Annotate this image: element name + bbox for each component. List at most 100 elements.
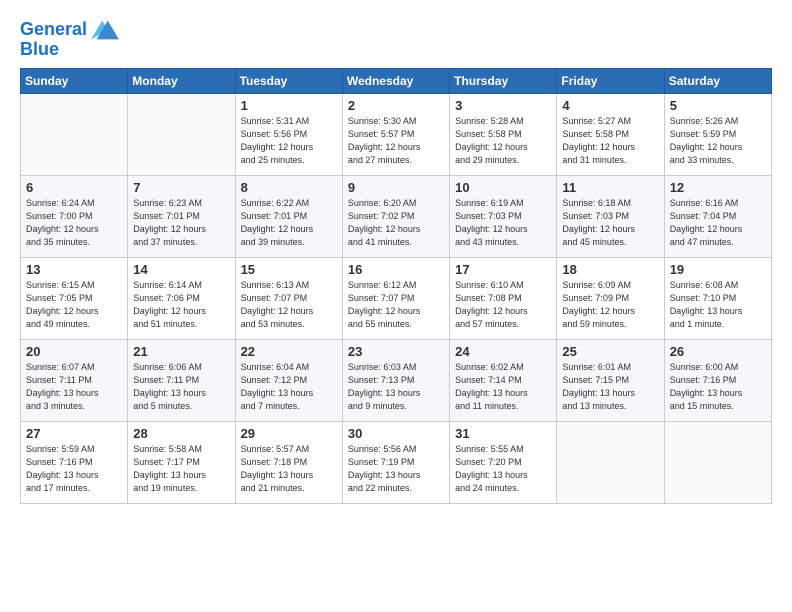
cell-detail: Sunrise: 6:09 AM Sunset: 7:09 PM Dayligh… bbox=[562, 279, 658, 331]
calendar-cell bbox=[128, 93, 235, 175]
calendar-cell: 26 Sunrise: 6:00 AM Sunset: 7:16 PM Dayli… bbox=[664, 339, 771, 421]
calendar-cell: 2 Sunrise: 5:30 AM Sunset: 5:57 PM Daylig… bbox=[342, 93, 449, 175]
cell-detail: Sunrise: 5:57 AM Sunset: 7:18 PM Dayligh… bbox=[241, 443, 337, 495]
cell-detail: Sunrise: 6:15 AM Sunset: 7:05 PM Dayligh… bbox=[26, 279, 122, 331]
calendar-cell: 10 Sunrise: 6:19 AM Sunset: 7:03 PM Dayli… bbox=[450, 175, 557, 257]
cell-detail: Sunrise: 6:03 AM Sunset: 7:13 PM Dayligh… bbox=[348, 361, 444, 413]
calendar-cell: 5 Sunrise: 5:26 AM Sunset: 5:59 PM Daylig… bbox=[664, 93, 771, 175]
calendar-cell: 3 Sunrise: 5:28 AM Sunset: 5:58 PM Daylig… bbox=[450, 93, 557, 175]
cell-detail: Sunrise: 6:23 AM Sunset: 7:01 PM Dayligh… bbox=[133, 197, 229, 249]
calendar-cell: 6Sunrise: 6:24 AM Sunset: 7:00 PM Daylig… bbox=[21, 175, 128, 257]
calendar-header: SundayMondayTuesdayWednesdayThursdayFrid… bbox=[21, 68, 772, 93]
day-number: 2 bbox=[348, 98, 444, 113]
day-number: 31 bbox=[455, 426, 551, 441]
calendar-cell: 7Sunrise: 6:23 AM Sunset: 7:01 PM Daylig… bbox=[128, 175, 235, 257]
calendar-week-5: 27Sunrise: 5:59 AM Sunset: 7:16 PM Dayli… bbox=[21, 421, 772, 503]
weekday-header-thursday: Thursday bbox=[450, 68, 557, 93]
cell-detail: Sunrise: 6:04 AM Sunset: 7:12 PM Dayligh… bbox=[241, 361, 337, 413]
weekday-header-row: SundayMondayTuesdayWednesdayThursdayFrid… bbox=[21, 68, 772, 93]
cell-detail: Sunrise: 6:12 AM Sunset: 7:07 PM Dayligh… bbox=[348, 279, 444, 331]
calendar-cell: 8 Sunrise: 6:22 AM Sunset: 7:01 PM Daylig… bbox=[235, 175, 342, 257]
logo: General Blue bbox=[20, 16, 119, 60]
calendar-cell: 18 Sunrise: 6:09 AM Sunset: 7:09 PM Dayli… bbox=[557, 257, 664, 339]
day-number: 13 bbox=[26, 262, 122, 277]
day-number: 16 bbox=[348, 262, 444, 277]
day-number: 11 bbox=[562, 180, 658, 195]
calendar-cell: 16 Sunrise: 6:12 AM Sunset: 7:07 PM Dayli… bbox=[342, 257, 449, 339]
weekday-header-sunday: Sunday bbox=[21, 68, 128, 93]
calendar-cell: 17 Sunrise: 6:10 AM Sunset: 7:08 PM Dayli… bbox=[450, 257, 557, 339]
cell-detail: Sunrise: 5:28 AM Sunset: 5:58 PM Dayligh… bbox=[455, 115, 551, 167]
cell-detail: Sunrise: 6:07 AM Sunset: 7:11 PM Dayligh… bbox=[26, 361, 122, 413]
day-number: 28 bbox=[133, 426, 229, 441]
calendar-cell: 4 Sunrise: 5:27 AM Sunset: 5:58 PM Daylig… bbox=[557, 93, 664, 175]
day-number: 14 bbox=[133, 262, 229, 277]
cell-detail: Sunrise: 6:22 AM Sunset: 7:01 PM Dayligh… bbox=[241, 197, 337, 249]
day-number: 5 bbox=[670, 98, 766, 113]
cell-detail: Sunrise: 6:13 AM Sunset: 7:07 PM Dayligh… bbox=[241, 279, 337, 331]
day-number: 26 bbox=[670, 344, 766, 359]
cell-detail: Sunrise: 6:19 AM Sunset: 7:03 PM Dayligh… bbox=[455, 197, 551, 249]
cell-detail: Sunrise: 5:31 AM Sunset: 5:56 PM Dayligh… bbox=[241, 115, 337, 167]
day-number: 3 bbox=[455, 98, 551, 113]
calendar-cell: 31Sunrise: 5:55 AM Sunset: 7:20 PM Dayli… bbox=[450, 421, 557, 503]
calendar-cell: 12 Sunrise: 6:16 AM Sunset: 7:04 PM Dayli… bbox=[664, 175, 771, 257]
cell-detail: Sunrise: 6:02 AM Sunset: 7:14 PM Dayligh… bbox=[455, 361, 551, 413]
cell-detail: Sunrise: 6:16 AM Sunset: 7:04 PM Dayligh… bbox=[670, 197, 766, 249]
day-number: 10 bbox=[455, 180, 551, 195]
calendar-cell: 24Sunrise: 6:02 AM Sunset: 7:14 PM Dayli… bbox=[450, 339, 557, 421]
weekday-header-friday: Friday bbox=[557, 68, 664, 93]
weekday-header-monday: Monday bbox=[128, 68, 235, 93]
cell-detail: Sunrise: 6:14 AM Sunset: 7:06 PM Dayligh… bbox=[133, 279, 229, 331]
calendar-cell: 20 Sunrise: 6:07 AM Sunset: 7:11 PM Dayli… bbox=[21, 339, 128, 421]
day-number: 22 bbox=[241, 344, 337, 359]
weekday-header-wednesday: Wednesday bbox=[342, 68, 449, 93]
day-number: 30 bbox=[348, 426, 444, 441]
calendar-cell bbox=[557, 421, 664, 503]
cell-detail: Sunrise: 6:08 AM Sunset: 7:10 PM Dayligh… bbox=[670, 279, 766, 331]
calendar-table: SundayMondayTuesdayWednesdayThursdayFrid… bbox=[20, 68, 772, 504]
cell-detail: Sunrise: 6:06 AM Sunset: 7:11 PM Dayligh… bbox=[133, 361, 229, 413]
cell-detail: Sunrise: 6:00 AM Sunset: 7:16 PM Dayligh… bbox=[670, 361, 766, 413]
calendar-cell bbox=[21, 93, 128, 175]
calendar-cell: 21 Sunrise: 6:06 AM Sunset: 7:11 PM Dayli… bbox=[128, 339, 235, 421]
cell-detail: Sunrise: 6:01 AM Sunset: 7:15 PM Dayligh… bbox=[562, 361, 658, 413]
day-number: 8 bbox=[241, 180, 337, 195]
day-number: 27 bbox=[26, 426, 122, 441]
calendar-cell: 23Sunrise: 6:03 AM Sunset: 7:13 PM Dayli… bbox=[342, 339, 449, 421]
day-number: 12 bbox=[670, 180, 766, 195]
day-number: 4 bbox=[562, 98, 658, 113]
cell-detail: Sunrise: 5:30 AM Sunset: 5:57 PM Dayligh… bbox=[348, 115, 444, 167]
calendar-cell: 1 Sunrise: 5:31 AM Sunset: 5:56 PM Daylig… bbox=[235, 93, 342, 175]
day-number: 20 bbox=[26, 344, 122, 359]
day-number: 9 bbox=[348, 180, 444, 195]
day-number: 19 bbox=[670, 262, 766, 277]
calendar-week-4: 20 Sunrise: 6:07 AM Sunset: 7:11 PM Dayli… bbox=[21, 339, 772, 421]
calendar-cell: 30Sunrise: 5:56 AM Sunset: 7:19 PM Dayli… bbox=[342, 421, 449, 503]
cell-detail: Sunrise: 6:10 AM Sunset: 7:08 PM Dayligh… bbox=[455, 279, 551, 331]
calendar-week-2: 6Sunrise: 6:24 AM Sunset: 7:00 PM Daylig… bbox=[21, 175, 772, 257]
calendar-cell: 25Sunrise: 6:01 AM Sunset: 7:15 PM Dayli… bbox=[557, 339, 664, 421]
cell-detail: Sunrise: 5:26 AM Sunset: 5:59 PM Dayligh… bbox=[670, 115, 766, 167]
calendar-cell: 11 Sunrise: 6:18 AM Sunset: 7:03 PM Dayli… bbox=[557, 175, 664, 257]
calendar-cell: 15Sunrise: 6:13 AM Sunset: 7:07 PM Dayli… bbox=[235, 257, 342, 339]
calendar-cell: 19 Sunrise: 6:08 AM Sunset: 7:10 PM Dayli… bbox=[664, 257, 771, 339]
cell-detail: Sunrise: 6:18 AM Sunset: 7:03 PM Dayligh… bbox=[562, 197, 658, 249]
calendar-cell: 13 Sunrise: 6:15 AM Sunset: 7:05 PM Dayli… bbox=[21, 257, 128, 339]
day-number: 18 bbox=[562, 262, 658, 277]
logo-text: General bbox=[20, 20, 87, 40]
weekday-header-tuesday: Tuesday bbox=[235, 68, 342, 93]
calendar-cell: 14 Sunrise: 6:14 AM Sunset: 7:06 PM Dayli… bbox=[128, 257, 235, 339]
cell-detail: Sunrise: 5:27 AM Sunset: 5:58 PM Dayligh… bbox=[562, 115, 658, 167]
day-number: 21 bbox=[133, 344, 229, 359]
cell-detail: Sunrise: 5:58 AM Sunset: 7:17 PM Dayligh… bbox=[133, 443, 229, 495]
day-number: 17 bbox=[455, 262, 551, 277]
calendar-cell: 28 Sunrise: 5:58 AM Sunset: 7:17 PM Dayli… bbox=[128, 421, 235, 503]
header: General Blue bbox=[20, 16, 772, 60]
calendar-cell: 29Sunrise: 5:57 AM Sunset: 7:18 PM Dayli… bbox=[235, 421, 342, 503]
calendar-cell: 22 Sunrise: 6:04 AM Sunset: 7:12 PM Dayli… bbox=[235, 339, 342, 421]
calendar-cell bbox=[664, 421, 771, 503]
day-number: 1 bbox=[241, 98, 337, 113]
weekday-header-saturday: Saturday bbox=[664, 68, 771, 93]
logo-icon bbox=[91, 16, 119, 44]
